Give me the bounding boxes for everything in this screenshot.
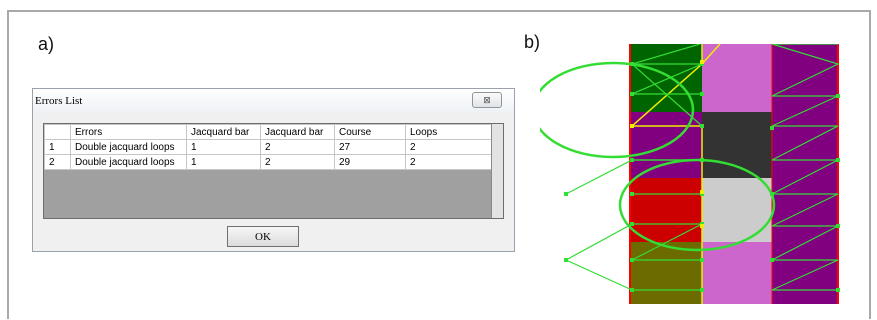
table-header-row: Errors Jacquard bar Jacquard bar Course … bbox=[44, 124, 494, 140]
row-jacquard-bar-2: 2 bbox=[260, 154, 335, 170]
row-index: 1 bbox=[44, 139, 71, 155]
block-olive bbox=[630, 242, 702, 304]
table-row[interactable]: 2 Double jacquard loops 1 2 29 2 bbox=[44, 154, 494, 170]
row-jacquard-bar-2: 2 bbox=[260, 139, 335, 155]
row-index: 2 bbox=[44, 154, 71, 170]
close-button[interactable]: ⊠ bbox=[472, 92, 502, 108]
row-loops: 2 bbox=[405, 139, 494, 155]
row-course: 29 bbox=[334, 154, 406, 170]
ok-button[interactable]: OK bbox=[227, 226, 299, 247]
block-light-gray bbox=[702, 178, 772, 242]
row-jacquard-bar-1: 1 bbox=[186, 154, 261, 170]
header-cell-jacquard-bar-2[interactable]: Jacquard bar bbox=[260, 124, 335, 140]
block-pink-top bbox=[702, 44, 772, 112]
row-course: 27 bbox=[334, 139, 406, 155]
block-pink-bottom bbox=[702, 242, 772, 304]
errors-dialog: Errors List ⊠ Errors Jacquard bar Jacqua… bbox=[32, 88, 515, 252]
row-error: Double jacquard loops bbox=[70, 139, 187, 155]
header-cell-jacquard-bar-1[interactable]: Jacquard bar bbox=[186, 124, 261, 140]
dialog-titlebar: Errors List ⊠ bbox=[33, 89, 514, 113]
row-jacquard-bar-1: 1 bbox=[186, 139, 261, 155]
header-cell-index[interactable] bbox=[44, 124, 71, 140]
header-cell-course[interactable]: Course bbox=[334, 124, 406, 140]
block-dark-gray bbox=[702, 112, 772, 178]
grid-scrollbar[interactable] bbox=[491, 124, 503, 218]
jacquard-fabric-diagram bbox=[540, 44, 840, 304]
errors-table: Errors Jacquard bar Jacquard bar Course … bbox=[44, 124, 494, 170]
header-cell-errors[interactable]: Errors bbox=[70, 124, 187, 140]
dialog-title: Errors List bbox=[35, 95, 83, 107]
row-error: Double jacquard loops bbox=[70, 154, 187, 170]
panel-label-a: a) bbox=[38, 34, 55, 54]
errors-grid: Errors Jacquard bar Jacquard bar Course … bbox=[43, 123, 504, 219]
row-loops: 2 bbox=[405, 154, 494, 170]
block-red bbox=[630, 178, 702, 242]
header-cell-loops[interactable]: Loops bbox=[405, 124, 494, 140]
panel-label-b: b) bbox=[524, 32, 541, 52]
table-row[interactable]: 1 Double jacquard loops 1 2 27 2 bbox=[44, 139, 494, 155]
